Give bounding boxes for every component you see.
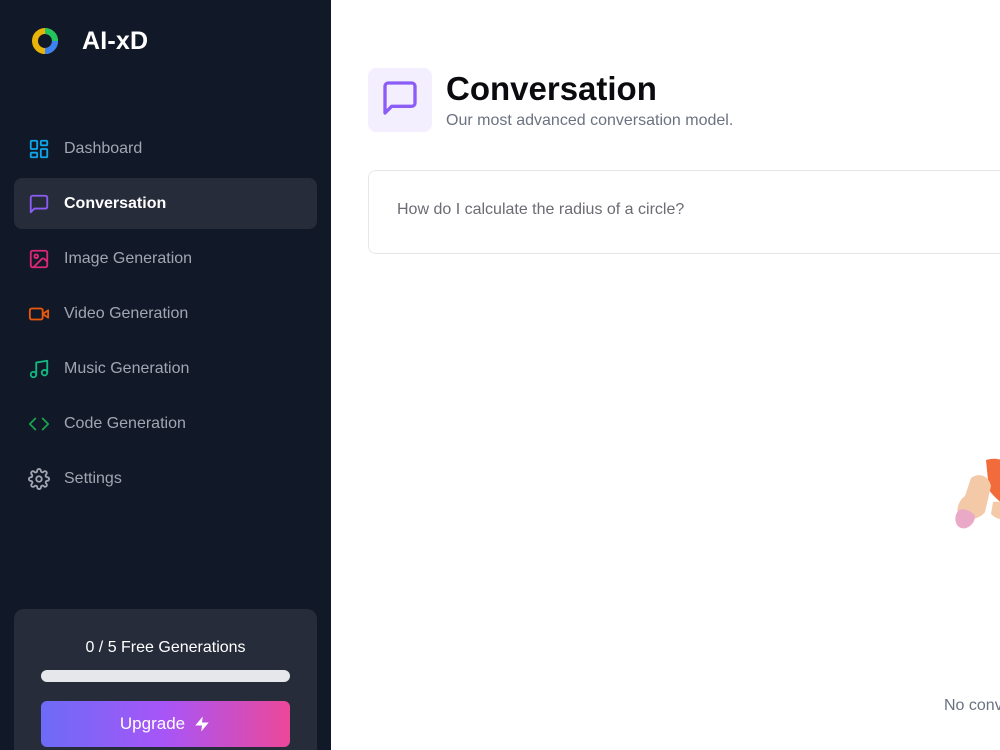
sidebar-item-label: Code Generation xyxy=(64,414,186,432)
prompt-form xyxy=(368,170,1000,254)
sidebar-item-image-generation[interactable]: Image Generation xyxy=(14,233,317,284)
dashboard-grid-icon xyxy=(28,138,50,160)
sidebar-item-label: Conversation xyxy=(64,194,167,212)
sidebar-item-dashboard[interactable]: Dashboard xyxy=(14,123,317,174)
lightning-bolt-icon xyxy=(193,715,211,733)
page-icon-container xyxy=(368,68,432,132)
sidebar-item-music-generation[interactable]: Music Generation xyxy=(14,343,317,394)
upgrade-button[interactable]: Upgrade xyxy=(41,701,290,747)
sidebar-item-code-generation[interactable]: Code Generation xyxy=(14,398,317,449)
prompt-input[interactable] xyxy=(397,201,997,219)
sidebar-item-label: Music Generation xyxy=(64,359,190,377)
message-square-icon xyxy=(380,78,420,123)
sidebar-item-conversation[interactable]: Conversation xyxy=(14,178,317,229)
sidebar: AI-xD Dashboard Conversation Image Gener… xyxy=(0,0,331,750)
empty-state-illustration xyxy=(941,450,1000,560)
image-icon xyxy=(28,248,50,270)
page-title: Conversation xyxy=(446,70,657,107)
app-logo-icon xyxy=(30,26,60,56)
free-generations-card: 0 / 5 Free Generations Upgrade xyxy=(14,609,317,750)
generations-progress-bar xyxy=(41,670,290,682)
upgrade-button-label: Upgrade xyxy=(119,714,186,733)
app-name: AI-xD xyxy=(82,26,149,55)
empty-state-text: No conv xyxy=(944,697,1000,714)
sidebar-item-video-generation[interactable]: Video Generation xyxy=(14,288,317,339)
music-note-icon xyxy=(28,358,50,380)
sidebar-item-label: Image Generation xyxy=(64,249,193,267)
video-icon xyxy=(28,303,50,325)
sidebar-nav: Dashboard Conversation Image Generation xyxy=(14,123,317,508)
sidebar-item-settings[interactable]: Settings xyxy=(14,453,317,504)
page-subtitle: Our most advanced conversation model. xyxy=(446,112,734,129)
sidebar-item-label: Settings xyxy=(64,469,122,487)
main-content: Conversation Our most advanced conversat… xyxy=(331,0,1000,750)
gear-icon xyxy=(28,467,50,490)
generations-counter: 0 / 5 Free Generations xyxy=(85,639,246,656)
message-square-icon xyxy=(28,193,50,215)
sidebar-item-label: Video Generation xyxy=(64,304,189,322)
sidebar-item-label: Dashboard xyxy=(64,139,143,157)
code-brackets-icon xyxy=(28,413,50,435)
brand[interactable]: AI-xD xyxy=(30,26,148,56)
